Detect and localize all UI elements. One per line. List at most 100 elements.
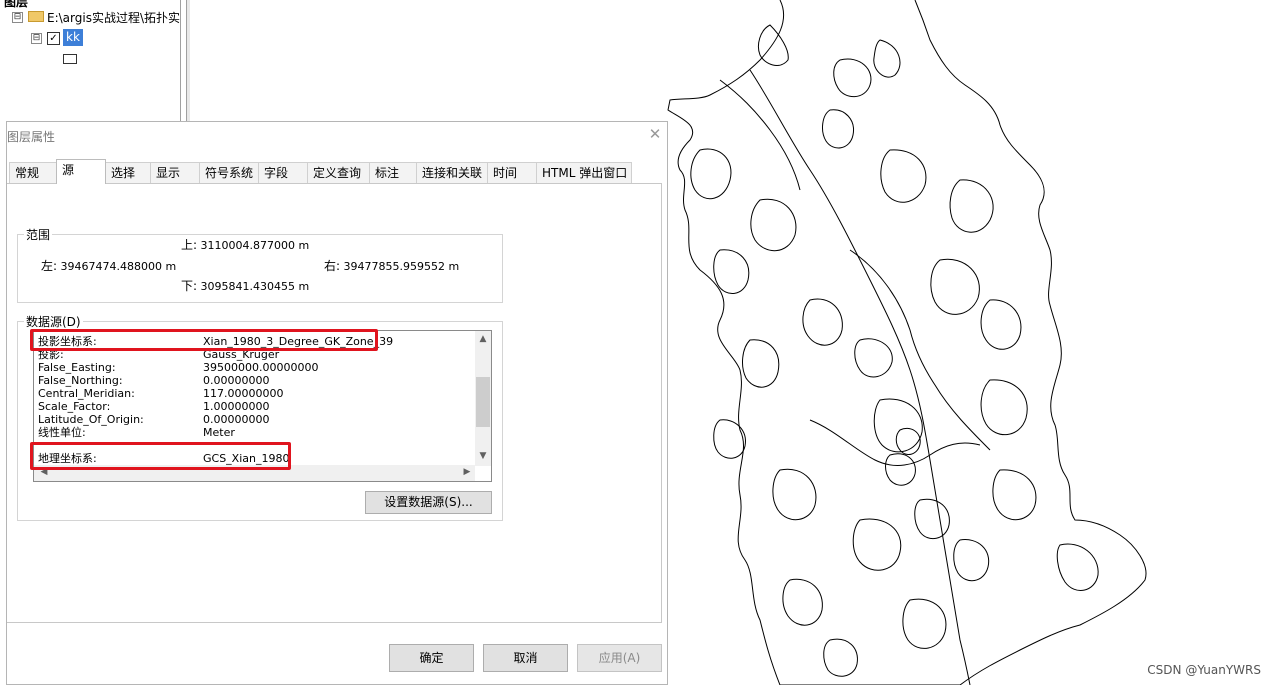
toc-splitter[interactable] [186,0,190,125]
map-polygon [854,338,893,378]
map-polygon [902,598,947,649]
extent-left-label: 左: [41,259,58,273]
map-polygon [833,58,872,98]
extent-left: 左: 39467474.488000 m [41,257,176,274]
extent-top-value: 3110004.877000 m [200,239,310,252]
row-key: False_Northing: [38,374,123,387]
row-key: False_Easting: [38,361,116,374]
extent-bottom: 下: 3095841.430455 m [181,277,309,294]
map-polygon [914,498,950,540]
map-polygon [757,24,789,66]
ok-button[interactable]: 确定 [389,644,474,672]
map-polygon [980,379,1028,435]
table-of-contents: 图层 ⊟ E:\argis实战过程\拓扑实 ⊟ ✓ kk [0,0,180,125]
map-road [849,249,991,451]
scroll-down-icon[interactable]: ▼ [475,451,491,461]
toc-root-label: 图层 [4,0,29,9]
scroll-right-icon[interactable]: ▶ [459,467,475,477]
map-polygon [852,518,902,571]
extent-top-label: 上: [181,238,198,252]
apply-button[interactable]: 应用(A) [577,644,662,672]
tab-display[interactable]: 显示 [150,162,200,183]
tab-source[interactable]: 源 [56,159,106,184]
map-polygon [873,39,901,78]
layer-expand-toggle[interactable]: ⊟ [31,33,42,44]
map-polygon [713,249,750,294]
map-polygon [949,179,994,233]
polygon-symbol-icon [63,54,77,64]
map-polygon [992,469,1037,520]
map-polygon [782,578,823,626]
dialog-title: 图层属性 [7,130,56,144]
toc-divider [180,0,181,125]
source-row-false-northing: False_Northing: 0.00000000 [38,374,269,387]
extent-right-label: 右: [324,259,341,273]
map-polygon [895,427,921,456]
extent-bottom-label: 下: [181,279,198,293]
highlight-geographic-cs [30,442,291,470]
extent-left-value: 39467474.488000 m [60,260,177,273]
data-source-legend: 数据源(D) [26,315,81,329]
extent-right: 右: 39477855.959552 m [324,257,459,274]
map-polygon [953,539,990,582]
vertical-scrollbar-thumb[interactable] [476,377,490,427]
tab-selection[interactable]: 选择 [105,162,151,183]
map-polygon [742,339,780,388]
layer-name-selected[interactable]: kk [63,29,83,46]
row-value: Meter [203,426,235,439]
map-road [719,79,801,191]
folder-icon [28,11,44,22]
map-polygon [690,148,732,200]
tab-definition-query[interactable]: 定义查询 [307,162,370,183]
extent-top: 上: 3110004.877000 m [181,236,309,253]
map-polygon [750,198,797,252]
row-value: 0.00000000 [203,374,270,387]
source-row-linear-unit: 线性单位: Meter [38,426,235,439]
cancel-button[interactable]: 取消 [483,644,568,672]
layer-properties-dialog: 图层属性 ✕ 常规 源 选择 显示 符号系统 字段 定义查询 标注 连接和关联 … [6,121,668,685]
set-data-source-button[interactable]: 设置数据源(S)... [365,491,492,514]
row-value: 39500000.00000000 [203,361,319,374]
map-polygon [802,298,843,346]
source-row-central-meridian: Central_Meridian: 117.00000000 [38,387,283,400]
extent-bottom-value: 3095841.430455 m [200,280,310,293]
row-key: Scale_Factor: [38,400,111,413]
source-row-latitude-origin: Latitude_Of_Origin: 0.00000000 [38,413,269,426]
source-row-false-easting: False_Easting: 39500000.00000000 [38,361,318,374]
folder-expand-toggle[interactable]: ⊟ [12,12,23,23]
scroll-up-icon[interactable]: ▲ [475,334,491,344]
extent-legend: 范围 [26,228,51,242]
row-key: Latitude_Of_Origin: [38,413,144,426]
folder-path[interactable]: E:\argis实战过程\拓扑实 [47,9,180,26]
tab-general[interactable]: 常规 [9,162,57,183]
tab-time[interactable]: 时间 [487,162,537,183]
map-polygon [930,258,980,315]
tab-fields[interactable]: 字段 [258,162,308,183]
map-polygon [885,453,916,486]
map-polygon [873,398,923,453]
map-polygon [980,299,1022,350]
row-key: 线性单位: [38,426,86,439]
row-key: Central_Meridian: [38,387,135,400]
extent-right-value: 39477855.959552 m [343,260,460,273]
tab-symbology[interactable]: 符号系统 [199,162,259,183]
highlight-projected-cs [30,329,378,351]
map-canvas[interactable] [660,0,1275,685]
map-road [809,419,981,466]
map-boundary [667,0,1147,685]
map-polygon [880,149,927,203]
row-value: 0.00000000 [203,413,270,426]
map-polygon [823,638,858,677]
map-polygon [713,419,746,459]
layer-visibility-checkbox[interactable]: ✓ [47,32,60,45]
map-polygon [772,468,817,520]
map-polygon [822,109,854,149]
tab-labels[interactable]: 标注 [369,162,417,183]
source-row-scale-factor: Scale_Factor: 1.00000000 [38,400,269,413]
watermark: CSDN @YuanYWRS [1147,663,1261,677]
tab-joins-relates[interactable]: 连接和关联 [416,162,488,183]
close-icon[interactable]: ✕ [647,126,663,142]
map-polygon [1056,543,1099,591]
tab-html-popup[interactable]: HTML 弹出窗口 [536,162,632,183]
row-value: 117.00000000 [203,387,284,400]
